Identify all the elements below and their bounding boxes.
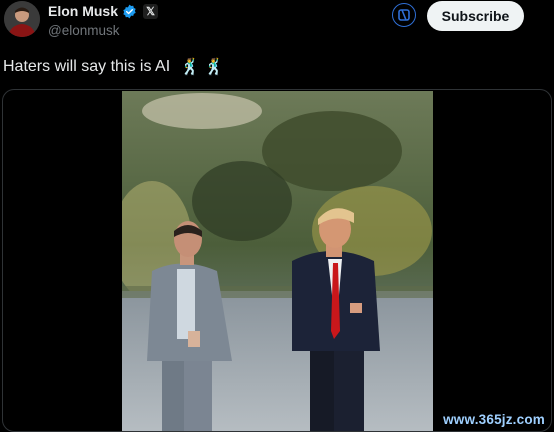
post-header: Elon Musk 𝕏 @elonmusk Subscribe bbox=[0, 0, 554, 44]
post-media[interactable]: www.365jz.com bbox=[2, 89, 552, 432]
post-text-content: Haters will say this is AI bbox=[3, 58, 171, 75]
author-handle[interactable]: @elonmusk bbox=[48, 23, 158, 38]
author-display-name[interactable]: Elon Musk bbox=[48, 3, 118, 19]
video-player[interactable] bbox=[122, 91, 433, 431]
post-text: Haters will say this is AI 🕺 🕺 bbox=[3, 57, 224, 77]
video-frame-image bbox=[122, 91, 433, 431]
watermark-text: www.365jz.com bbox=[443, 412, 545, 427]
avatar[interactable] bbox=[4, 1, 40, 37]
grok-button[interactable] bbox=[392, 3, 416, 27]
dancer-emoji-icon: 🕺 bbox=[204, 59, 224, 76]
grok-icon bbox=[398, 9, 410, 21]
x-logo-icon: 𝕏 bbox=[143, 3, 159, 19]
subscribe-button[interactable]: Subscribe bbox=[427, 1, 524, 31]
author-info: Elon Musk 𝕏 @elonmusk bbox=[48, 2, 159, 38]
dancer-emoji-icon: 🕺 bbox=[180, 59, 201, 76]
post-emojis: 🕺 🕺 bbox=[180, 57, 224, 77]
verified-badge-icon bbox=[122, 4, 137, 19]
